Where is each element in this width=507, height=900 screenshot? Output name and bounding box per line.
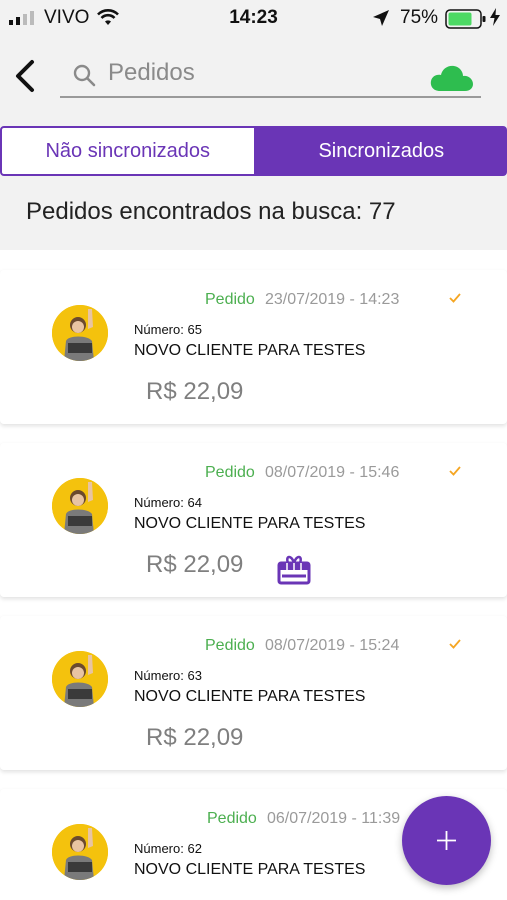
avatar xyxy=(52,824,108,880)
order-type: Pedido xyxy=(205,637,255,654)
avatar xyxy=(52,305,108,361)
order-client: NOVO CLIENTE PARA TESTES xyxy=(134,515,366,532)
check-icon xyxy=(449,466,461,476)
back-arrow-icon[interactable] xyxy=(10,56,40,96)
status-bar: VIVO 14:23 75% xyxy=(0,0,507,36)
avatar xyxy=(52,651,108,707)
search-input[interactable] xyxy=(108,58,408,88)
battery-icon xyxy=(445,9,486,29)
tab-synced-label: Sincronizados xyxy=(318,139,445,162)
order-card[interactable]: Pedido 08/07/2019 - 15:24 Número: 63 NOV… xyxy=(0,616,507,770)
tab-not-synced[interactable]: Não sincronizados xyxy=(0,126,256,176)
search-bar xyxy=(0,36,507,116)
order-amount: R$ 22,09 xyxy=(146,378,244,405)
gift-icon[interactable] xyxy=(276,553,312,585)
avatar-image xyxy=(52,478,108,534)
order-type: Pedido xyxy=(205,464,255,481)
avatar-image xyxy=(52,305,108,361)
order-card[interactable]: Pedido 08/07/2019 - 15:46 Número: 64 NOV… xyxy=(0,443,507,597)
tab-not-synced-label: Não sincronizados xyxy=(45,139,211,162)
order-number: Número: 62 xyxy=(134,841,202,856)
location-arrow-icon xyxy=(373,10,389,26)
add-order-button[interactable] xyxy=(402,796,491,885)
check-icon xyxy=(449,293,461,303)
order-client: NOVO CLIENTE PARA TESTES xyxy=(134,342,366,359)
sync-tabs: Não sincronizados Sincronizados xyxy=(0,126,507,176)
order-type: Pedido xyxy=(205,291,255,308)
order-number: Número: 64 xyxy=(134,495,202,510)
order-amount: R$ 22,09 xyxy=(146,551,244,578)
avatar-image xyxy=(52,824,108,880)
results-count: Pedidos encontrados na busca: 77 xyxy=(26,198,396,225)
tab-synced[interactable]: Sincronizados xyxy=(255,126,507,176)
search-field[interactable] xyxy=(60,54,481,98)
order-amount: R$ 22,09 xyxy=(146,724,244,751)
order-datetime: 08/07/2019 - 15:24 xyxy=(265,637,400,654)
order-datetime: 23/07/2019 - 14:23 xyxy=(265,291,400,308)
order-card[interactable]: Pedido 23/07/2019 - 14:23 Número: 65 NOV… xyxy=(0,270,507,424)
charging-bolt-icon xyxy=(490,8,500,26)
order-type: Pedido xyxy=(207,810,257,827)
order-number: Número: 65 xyxy=(134,322,202,337)
order-datetime: 08/07/2019 - 15:46 xyxy=(265,464,400,481)
avatar xyxy=(52,478,108,534)
order-number: Número: 63 xyxy=(134,668,202,683)
search-icon xyxy=(73,64,96,87)
order-datetime: 06/07/2019 - 11:39 xyxy=(267,810,401,827)
cloud-sync-icon[interactable] xyxy=(430,64,474,92)
avatar-image xyxy=(52,651,108,707)
order-client: NOVO CLIENTE PARA TESTES xyxy=(134,688,366,705)
order-client: NOVO CLIENTE PARA TESTES xyxy=(134,861,366,878)
check-icon xyxy=(449,639,461,649)
battery-percent: 75% xyxy=(400,7,439,28)
plus-icon xyxy=(437,831,456,850)
